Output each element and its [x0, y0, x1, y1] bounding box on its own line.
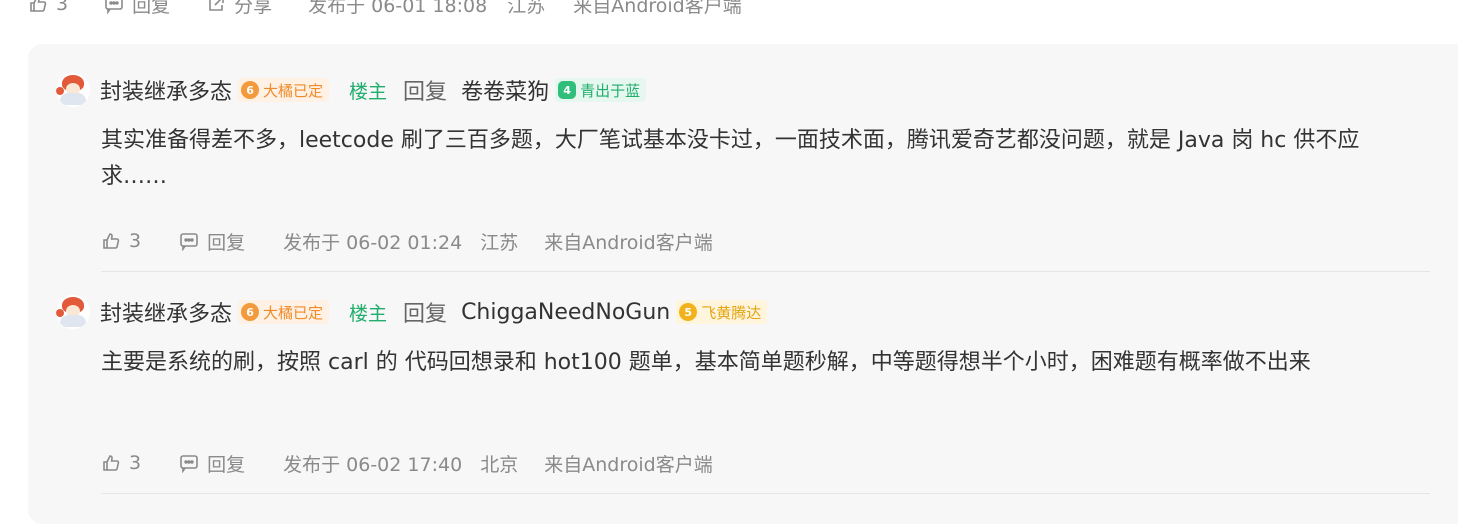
comment-icon: [180, 455, 198, 473]
reply-target-name[interactable]: 卷卷菜狗: [461, 74, 549, 106]
reply-button[interactable]: 回复: [179, 228, 245, 255]
reply-meta: 发布于 06-02 01:24 江苏 来自Android客户端: [283, 228, 725, 255]
avatar[interactable]: [56, 73, 90, 107]
share-icon: [209, 0, 224, 11]
comment-icon: [105, 0, 123, 14]
op-tag: 楼主: [349, 302, 388, 325]
author-name[interactable]: 封装继承多态: [100, 296, 232, 328]
level-title: 飞黄腾达: [701, 303, 762, 322]
reply-action-bar: 3 回复 发布于 06-02 17:40 北京 来自Android客户端: [101, 446, 1430, 480]
level-number: 6: [241, 303, 260, 321]
location: 江苏: [480, 231, 519, 254]
thumbs-up-icon: [103, 455, 120, 471]
author-level-badge: 6 大橘已定: [238, 300, 330, 324]
publish-time: 发布于 06-02 01:24: [283, 231, 463, 254]
reply-item: 封装继承多态 6 大橘已定 楼主 回复 卷卷菜狗 4 青出于蓝 其实准备得差不多…: [56, 72, 1430, 282]
avatar[interactable]: [56, 295, 90, 329]
reply-header: 封装继承多态 6 大橘已定 楼主 回复 ChiggaNeedNoGun 5 飞黄…: [56, 294, 1430, 330]
level-title: 青出于蓝: [580, 81, 641, 100]
divider: [101, 271, 1430, 272]
client-source: 来自Android客户端: [544, 453, 713, 476]
op-tag: 楼主: [349, 80, 388, 103]
reply-content: 主要是系统的刷，按照 carl 的 代码回想录和 hot100 题单，基本简单题…: [101, 350, 1311, 375]
like-count: 3: [129, 230, 142, 252]
reply-item: 封装继承多态 6 大橘已定 楼主 回复 ChiggaNeedNoGun 5 飞黄…: [56, 294, 1430, 504]
share-button[interactable]: 分享: [206, 0, 272, 18]
like-button[interactable]: 3: [101, 452, 141, 474]
author-name[interactable]: 封装继承多态: [100, 74, 232, 106]
reply-target-name[interactable]: ChiggaNeedNoGun: [461, 300, 670, 325]
reply-to-word: 回复: [403, 80, 448, 105]
location: 江苏: [507, 0, 546, 17]
like-button[interactable]: 3: [101, 230, 141, 252]
like-count: 3: [129, 452, 142, 474]
reply-label: 回复: [132, 0, 171, 17]
level-number: 4: [558, 81, 577, 99]
reply-button[interactable]: 回复: [104, 0, 170, 18]
author-level-badge: 6 大橘已定: [238, 78, 330, 102]
post-meta: 发布于 06-01 18:08 江苏 来自Android客户端: [308, 0, 756, 18]
reply-to-word: 回复: [403, 302, 448, 327]
reply-label: 回复: [207, 453, 246, 476]
like-button[interactable]: 3: [28, 0, 68, 15]
level-number: 6: [241, 81, 260, 99]
like-count: 3: [56, 0, 69, 15]
level-number: 5: [679, 303, 698, 321]
reply-action-bar: 3 回复 发布于 06-02 01:24 江苏 来自Android客户端: [101, 224, 1430, 258]
reply-content: 其实准备得差不多，leetcode 刷了三百多题，大厂笔试基本没卡过，一面技术面…: [101, 128, 1360, 189]
thumbs-up-icon: [30, 0, 47, 12]
location: 北京: [480, 453, 519, 476]
publish-time: 发布于 06-02 17:40: [283, 453, 463, 476]
target-level-badge: 5 飞黄腾达: [676, 300, 768, 324]
thumbs-up-icon: [103, 233, 120, 249]
post-action-bar: 3 回复 分享 发布于 06-01 18:08 江苏 来自Android客户端: [28, 0, 756, 22]
client-source: 来自Android客户端: [573, 0, 742, 17]
reply-header: 封装继承多态 6 大橘已定 楼主 回复 卷卷菜狗 4 青出于蓝: [56, 72, 1430, 108]
reply-button[interactable]: 回复: [179, 450, 245, 477]
publish-time: 发布于 06-01 18:08: [308, 0, 488, 17]
client-source: 来自Android客户端: [544, 231, 713, 254]
share-label: 分享: [234, 0, 273, 17]
reply-label: 回复: [207, 231, 246, 254]
divider: [101, 493, 1430, 494]
comment-icon: [180, 233, 198, 251]
reply-meta: 发布于 06-02 17:40 北京 来自Android客户端: [283, 450, 725, 477]
level-title: 大橘已定: [263, 303, 324, 322]
target-level-badge: 4 青出于蓝: [555, 78, 647, 102]
level-title: 大橘已定: [263, 81, 324, 100]
